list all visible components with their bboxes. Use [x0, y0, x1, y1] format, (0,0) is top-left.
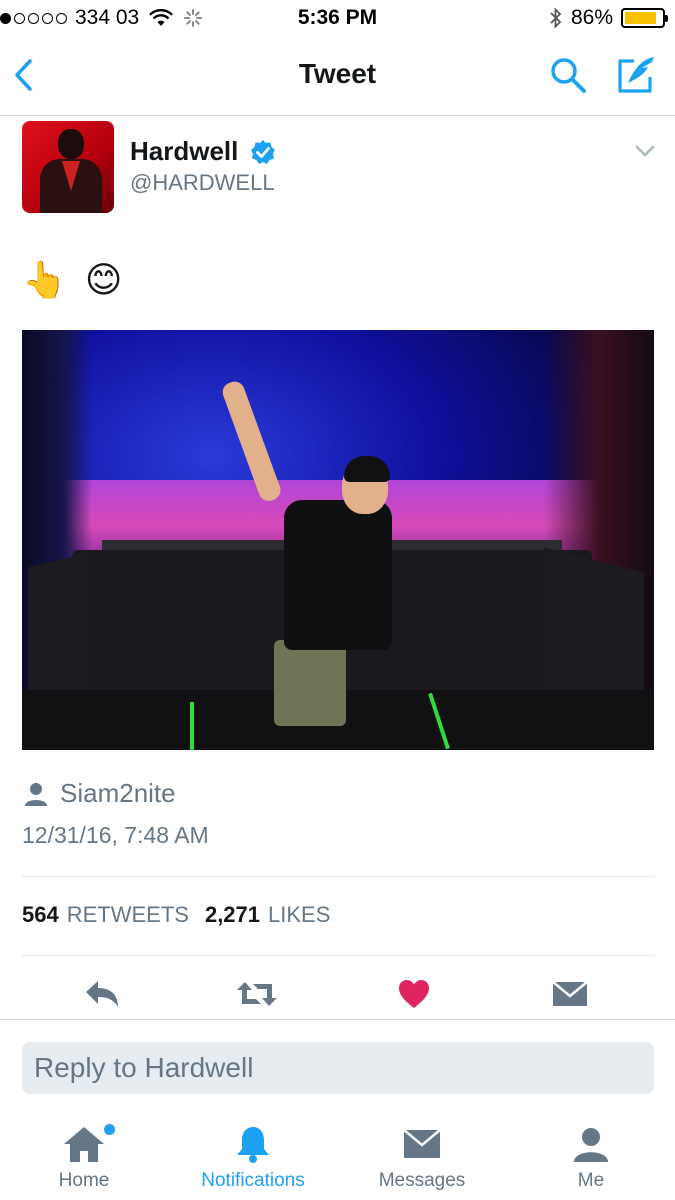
divider [0, 1019, 675, 1020]
avatar[interactable] [22, 121, 114, 213]
person-icon [25, 782, 47, 806]
battery-icon [621, 8, 668, 28]
status-right: 86% [549, 6, 668, 30]
retweet-button[interactable] [235, 974, 279, 1014]
retweets-label: RETWEETS [66, 902, 189, 927]
reply-icon [86, 981, 118, 1007]
reply-input[interactable]: Reply to Hardwell [22, 1042, 654, 1094]
bluetooth-icon [550, 7, 562, 29]
heart-icon [399, 980, 429, 1008]
direct-message-button[interactable] [548, 974, 592, 1014]
tab-label-me: Me [577, 1170, 605, 1191]
user-handle[interactable]: @HARDWELL [130, 170, 275, 196]
likes-count: 2,271 [204, 902, 261, 927]
tab-notifications[interactable]: Notifications [178, 1124, 328, 1192]
person-icon [574, 1128, 608, 1162]
search-icon [551, 58, 586, 93]
new-content-indicator [104, 1124, 115, 1135]
tweet-source[interactable]: Siam2nite [22, 778, 176, 809]
verified-badge-icon [251, 140, 275, 164]
tab-messages[interactable]: Messages [347, 1124, 497, 1192]
divider [22, 955, 654, 956]
divider [22, 876, 654, 877]
retweets-count: 564 [22, 902, 59, 927]
chevron-down-icon[interactable] [634, 143, 656, 159]
tab-label-notifications: Notifications [201, 1170, 305, 1191]
retweet-icon [237, 982, 277, 1006]
direct-message-icon [552, 981, 588, 1006]
tab-label-messages: Messages [378, 1170, 466, 1191]
tweet-text: 👆 😊 [22, 259, 127, 300]
tab-label-home: Home [58, 1170, 110, 1191]
reply-button[interactable] [80, 974, 124, 1014]
tweet-timestamp: 12/31/16, 7:48 AM [22, 822, 209, 848]
battery-percent: 86% [570, 6, 613, 29]
display-name[interactable]: Hardwell [130, 136, 238, 167]
tweet-photo[interactable] [22, 330, 654, 750]
nav-bar: Tweet [0, 38, 675, 116]
home-icon [64, 1127, 104, 1162]
search-button[interactable] [548, 55, 588, 95]
compose-tweet-icon [618, 57, 654, 93]
status-bar: 334 03 5:36 PM 86% [0, 0, 675, 38]
battery-level [625, 12, 656, 24]
likes-stat[interactable]: 2,271 LIKES [205, 902, 330, 928]
retweets-stat[interactable]: 564 RETWEETS [22, 902, 189, 928]
likes-label: LIKES [268, 902, 331, 927]
envelope-icon [403, 1129, 441, 1158]
tab-me[interactable]: Me [516, 1124, 666, 1192]
tweet-stats: 564 RETWEETS 2,271 LIKES [22, 902, 330, 928]
like-button[interactable] [392, 974, 436, 1014]
bell-icon [237, 1127, 269, 1163]
compose-tweet-button[interactable] [614, 53, 658, 97]
source-name: Siam2nite [60, 778, 176, 808]
tab-home[interactable]: Home [9, 1124, 159, 1192]
